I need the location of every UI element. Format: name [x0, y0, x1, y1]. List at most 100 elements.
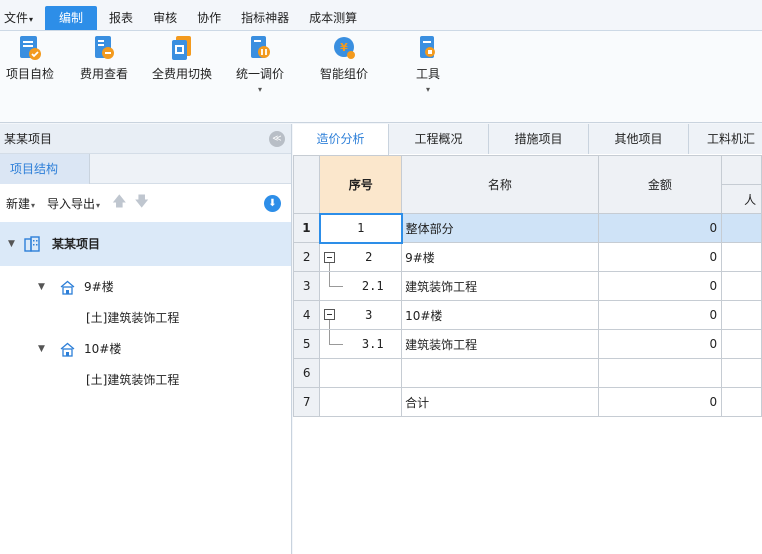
tree-connector	[329, 262, 331, 271]
download-icon[interactable]: ⬇	[264, 195, 281, 212]
amount-cell[interactable]: 0	[597, 387, 723, 417]
tab-cost-analysis[interactable]: 造价分析	[293, 124, 389, 155]
menu-review-label: 审核	[153, 11, 178, 25]
import-export-button[interactable]: 导入导出▾	[47, 195, 100, 212]
name-cell[interactable]: 9#楼	[401, 242, 599, 272]
menu-edit[interactable]: 编制	[45, 6, 98, 30]
switch-icon	[172, 36, 191, 60]
tab-other-items[interactable]: 其他项目	[589, 124, 689, 154]
menu-cost[interactable]: 成本测算	[299, 6, 367, 30]
header-name[interactable]: 名称	[401, 155, 599, 214]
name-cell[interactable]: 10#楼	[401, 300, 599, 330]
fee-view-button[interactable]: 费用查看	[80, 35, 128, 82]
new-button[interactable]: 新建▾	[6, 195, 35, 212]
name-cell[interactable]: 合计	[401, 387, 599, 417]
seq-cell[interactable]: 3.1	[319, 329, 403, 359]
full-fee-switch-button[interactable]: 全费用切换	[152, 35, 212, 82]
tree-node-9[interactable]: ▼ 9#楼	[0, 272, 291, 303]
project-toolbar: 新建▾ 导入导出▾ 🡅 🡇 ⬇	[0, 184, 291, 222]
extra-cell[interactable]	[721, 300, 762, 330]
extra-cell[interactable]	[721, 387, 762, 417]
tab-project-overview[interactable]: 工程概况	[389, 124, 489, 154]
collapse-triangle-icon[interactable]: ▼	[8, 222, 15, 266]
table-row[interactable]: 1 1 整体部分 0	[292, 212, 762, 244]
name-cell[interactable]: 建筑装饰工程	[401, 329, 599, 359]
tree-leaf-9-building[interactable]: [土]建筑装饰工程	[0, 303, 291, 334]
row-number: 4	[292, 300, 321, 330]
svg-text:¥: ¥	[340, 41, 348, 54]
seq-cell[interactable]: 2	[319, 242, 403, 272]
table-row[interactable]: 3 2.1 建筑装饰工程 0	[292, 271, 762, 301]
collapse-minus-icon[interactable]	[324, 251, 336, 263]
tree-connector	[329, 330, 344, 345]
table-row[interactable]: 4 3 10#楼 0	[292, 300, 762, 330]
table-row[interactable]: 6	[292, 358, 762, 388]
move-up-icon[interactable]: 🡅	[112, 191, 126, 215]
tools-label: 工具	[416, 67, 441, 81]
unified-price-adjust-button[interactable]: 统一调价 ▾	[236, 35, 284, 94]
amount-cell[interactable]: 0	[597, 271, 723, 301]
chevron-down-icon: ▾	[258, 85, 263, 94]
amount-cell[interactable]: 0	[597, 242, 723, 272]
header-amount[interactable]: 金额	[597, 155, 723, 214]
menu-report-label: 报表	[109, 11, 134, 25]
project-check-button[interactable]: 项目自检	[6, 35, 54, 82]
chevron-down-icon: ▾	[96, 200, 101, 210]
extra-cell[interactable]	[721, 271, 762, 301]
table-row[interactable]: 7 合计 0	[292, 387, 762, 417]
seq-cell[interactable]: 1	[318, 212, 403, 244]
row-number: 3	[292, 271, 321, 301]
move-down-icon[interactable]: 🡇	[134, 191, 148, 215]
tab-materials-summary[interactable]: 工料机汇	[689, 124, 762, 154]
tools-button[interactable]: 工具 ▾	[416, 35, 440, 94]
smart-pricing-button[interactable]: ¥ 智能组价	[320, 35, 368, 82]
collapse-triangle-icon[interactable]: ▼	[38, 334, 45, 365]
menu-file-label: 文件	[4, 11, 29, 25]
cost-panel: 造价分析 工程概况 措施项目 其他项目 工料机汇 序号 名称 金额 人 1 1	[292, 124, 762, 554]
extra-cell[interactable]	[721, 329, 762, 359]
menu-edit-label: 编制	[59, 11, 84, 25]
tab-project-structure[interactable]: 项目结构	[0, 154, 90, 184]
amount-cell[interactable]: 0	[597, 329, 723, 359]
table-row[interactable]: 2 2 9#楼 0	[292, 242, 762, 272]
tree-root[interactable]: ▼ 某某项目	[0, 222, 291, 266]
menu-file[interactable]: 文件▾	[0, 6, 43, 30]
seq-cell[interactable]: 3	[319, 300, 403, 330]
smart-pricing-icon: ¥	[334, 37, 355, 59]
amount-cell[interactable]	[597, 358, 723, 388]
extra-cell[interactable]	[721, 213, 762, 243]
menu-collab-label: 协作	[197, 11, 222, 25]
seq-cell[interactable]: 2.1	[319, 271, 403, 301]
header-extra-bottom[interactable]: 人	[721, 184, 762, 214]
extra-cell[interactable]	[721, 242, 762, 272]
menu-bar: 文件▾ 编制 报表 审核 协作 指标神器 成本测算	[0, 0, 762, 30]
header-seq[interactable]: 序号	[319, 155, 403, 214]
row-number: 7	[292, 387, 321, 417]
project-panel-header: 某某项目 ≪	[0, 124, 291, 154]
chevron-down-icon: ▾	[29, 15, 34, 24]
name-cell[interactable]: 建筑装饰工程	[401, 271, 599, 301]
collapse-triangle-icon[interactable]: ▼	[38, 272, 45, 303]
smart-pricing-label: 智能组价	[320, 67, 369, 81]
menu-review[interactable]: 审核	[143, 6, 187, 30]
name-cell[interactable]	[401, 358, 599, 388]
seq-cell[interactable]	[319, 358, 403, 388]
seq-cell[interactable]	[319, 387, 403, 417]
amount-cell[interactable]: 0	[597, 300, 723, 330]
menu-index[interactable]: 指标神器	[231, 6, 299, 30]
table-row[interactable]: 5 3.1 建筑装饰工程 0	[292, 329, 762, 359]
header-extra-top[interactable]	[721, 155, 762, 185]
amount-cell[interactable]: 0	[597, 213, 723, 243]
new-label: 新建	[6, 196, 31, 211]
name-cell[interactable]: 整体部分	[401, 213, 599, 243]
seq-value: 2	[365, 250, 373, 265]
collapse-icon[interactable]: ≪	[269, 130, 285, 147]
tree-node-10[interactable]: ▼ 10#楼	[0, 334, 291, 365]
tree-leaf-10-building[interactable]: [土]建筑装饰工程	[0, 365, 291, 396]
extra-cell[interactable]	[721, 358, 762, 388]
collapse-minus-icon[interactable]	[324, 309, 336, 320]
project-panel: 某某项目 ≪ 项目结构 新建▾ 导入导出▾ 🡅 🡇 ⬇ ▼ 某某项目 ▼ 9#楼…	[0, 124, 292, 554]
menu-report[interactable]: 报表	[99, 6, 143, 30]
tab-measures[interactable]: 措施项目	[489, 124, 589, 154]
menu-collab[interactable]: 协作	[187, 6, 231, 30]
